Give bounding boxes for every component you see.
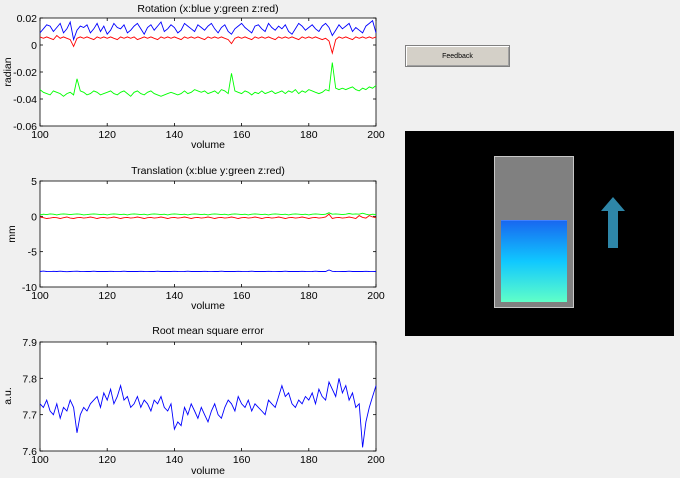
- rms-x-tick-label: 180: [300, 454, 318, 466]
- rms-error-chart: Root mean square error volume a.u. 100 12…: [2, 325, 385, 477]
- rms-y-axis-label: a.u.: [2, 387, 14, 405]
- feedback-thermometer: [494, 156, 574, 308]
- rms-y-tick-label: 7.8: [22, 373, 37, 385]
- feedback-display-panel: [405, 131, 674, 336]
- rotation-x-tick-label: 160: [233, 129, 251, 141]
- translation-x-tick-label: 160: [233, 290, 251, 302]
- rms-plot-area: [39, 341, 377, 452]
- translation-y-tick-label: 0: [31, 211, 37, 223]
- translation-y-tick-label: 5: [31, 176, 37, 188]
- rotation-x-axis-label: volume: [191, 139, 225, 151]
- translation-x-tick-label: 120: [98, 290, 116, 302]
- rotation-plot-area: [39, 17, 377, 127]
- rms-chart-title: Root mean square error: [152, 325, 264, 337]
- rms-y-tick-label: 7.7: [22, 410, 37, 422]
- rotation-y-tick-label: -0.06: [13, 121, 37, 133]
- translation-y-axis-label: mm: [6, 225, 18, 243]
- rotation-y-tick-label: -0.04: [13, 94, 37, 106]
- rms-x-tick-label: 200: [367, 454, 385, 466]
- translation-chart: Translation (x:blue y:green z:red) volum…: [6, 165, 385, 312]
- rotation-y-tick-label: 0.02: [17, 13, 38, 25]
- rotation-x-tick-label: 180: [300, 129, 318, 141]
- rotation-x-tick-label: 200: [367, 129, 385, 141]
- rms-x-tick-label: 160: [233, 454, 251, 466]
- feedback-level-bar: [501, 220, 567, 302]
- translation-chart-title: Translation (x:blue y:green z:red): [131, 165, 285, 177]
- rms-x-tick-label: 140: [166, 454, 184, 466]
- rms-y-tick-label: 7.6: [22, 446, 37, 458]
- translation-x-axis-label: volume: [191, 300, 225, 312]
- translation-x-tick-label: 200: [367, 290, 385, 302]
- translation-y-tick-label: -5: [28, 247, 37, 259]
- translation-x-tick-label: 140: [166, 290, 184, 302]
- rotation-chart: Rotation (x:blue y:green z:red) volume r…: [2, 3, 385, 151]
- rms-x-tick-label: 120: [98, 454, 116, 466]
- rotation-y-tick-label: 0: [31, 40, 37, 52]
- rotation-x-tick-label: 140: [166, 129, 184, 141]
- motion-plots: Rotation (x:blue y:green z:red) volume r…: [2, 3, 385, 477]
- up-arrow-icon: [601, 197, 625, 248]
- rms-x-axis-label: volume: [191, 465, 225, 477]
- rotation-chart-title: Rotation (x:blue y:green z:red): [137, 3, 278, 15]
- rms-y-tick-label: 7.9: [22, 337, 37, 349]
- rotation-x-tick-label: 120: [98, 129, 116, 141]
- translation-x-tick-label: 180: [300, 290, 318, 302]
- rotation-y-tick-label: -0.02: [13, 67, 37, 79]
- translation-y-tick-label: -10: [22, 282, 37, 294]
- feedback-button[interactable]: Feedback: [405, 45, 510, 67]
